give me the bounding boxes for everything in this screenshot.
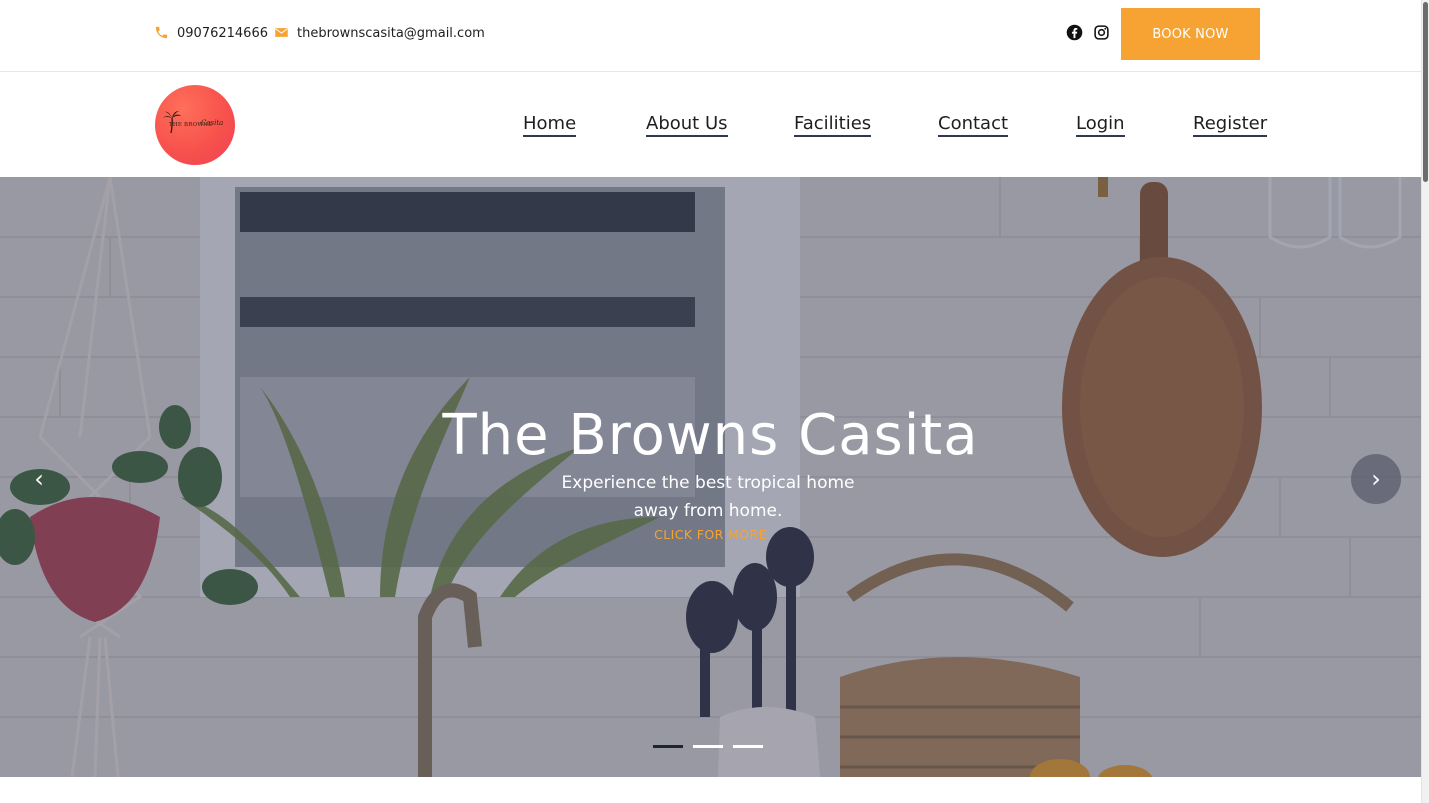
hero-subtitle: Experience the best tropical home away f… bbox=[561, 473, 855, 521]
palm-tree-icon bbox=[163, 111, 181, 133]
email-address: thebrownscasita@gmail.com bbox=[297, 25, 485, 41]
carousel-indicator[interactable] bbox=[693, 745, 723, 748]
carousel-indicator[interactable] bbox=[653, 745, 683, 748]
top-bar: 09076214666 thebrownscasita@gmail.com BO… bbox=[0, 0, 1421, 72]
phone-icon bbox=[154, 25, 170, 41]
envelope-icon bbox=[274, 25, 290, 41]
nav-login[interactable]: Login bbox=[1076, 113, 1125, 137]
carousel-indicator[interactable] bbox=[733, 745, 763, 748]
instagram-icon[interactable] bbox=[1093, 24, 1110, 41]
chevron-left-icon: ‹ bbox=[34, 465, 44, 493]
carousel-prev-button[interactable]: ‹ bbox=[14, 454, 64, 504]
book-now-button[interactable]: BOOK NOW bbox=[1121, 8, 1260, 60]
facebook-icon[interactable] bbox=[1066, 24, 1083, 41]
site-header: THE BROWNS Casita Home About Us Faciliti… bbox=[0, 73, 1421, 177]
logo[interactable]: THE BROWNS Casita bbox=[155, 85, 235, 165]
click-for-more-link[interactable]: CLICK FOR MORE bbox=[0, 527, 1421, 542]
carousel-next-button[interactable]: › bbox=[1351, 454, 1401, 504]
hero-carousel: The Browns Casita Experience the best tr… bbox=[0, 177, 1421, 777]
nav-home[interactable]: Home bbox=[523, 113, 577, 137]
page: 09076214666 thebrownscasita@gmail.com BO… bbox=[0, 0, 1421, 803]
nav-facilities[interactable]: Facilities bbox=[794, 113, 872, 137]
carousel-indicators bbox=[653, 745, 763, 748]
scrollbar-thumb[interactable] bbox=[1423, 2, 1428, 182]
nav-register[interactable]: Register bbox=[1193, 113, 1268, 137]
hero-title: The Browns Casita bbox=[442, 403, 979, 468]
chevron-right-icon: › bbox=[1371, 465, 1381, 493]
phone-contact[interactable]: 09076214666 bbox=[154, 25, 268, 41]
phone-number: 09076214666 bbox=[177, 25, 268, 41]
nav-contact[interactable]: Contact bbox=[938, 113, 1009, 137]
email-contact[interactable]: thebrownscasita@gmail.com bbox=[274, 25, 485, 41]
logo-script: Casita bbox=[201, 119, 224, 127]
nav-about-us[interactable]: About Us bbox=[646, 113, 728, 137]
